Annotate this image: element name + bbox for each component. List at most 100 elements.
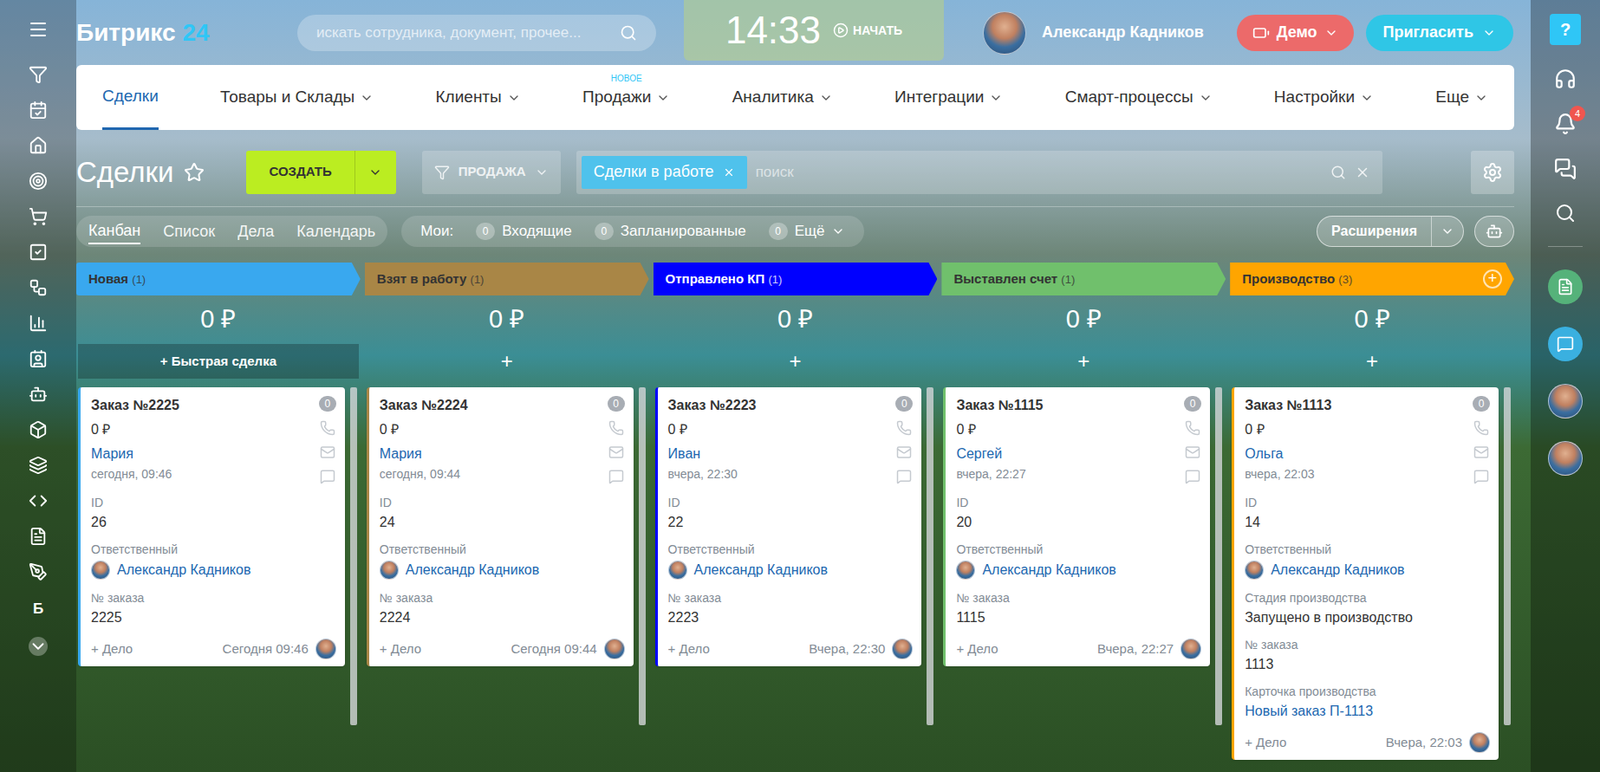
add-deal-button[interactable]: + Быстрая сделка bbox=[78, 344, 359, 379]
clear-icon[interactable] bbox=[1354, 164, 1371, 181]
avatar[interactable] bbox=[315, 638, 337, 660]
column-scrollbar[interactable] bbox=[1503, 387, 1511, 726]
demo-button[interactable]: Демо bbox=[1236, 14, 1354, 52]
extensions-button[interactable]: Расширения bbox=[1316, 215, 1464, 248]
add-deal-button[interactable]: + bbox=[655, 344, 937, 379]
sidebar-icon[interactable] bbox=[28, 313, 48, 333]
avatar[interactable] bbox=[956, 560, 976, 580]
support-icon[interactable] bbox=[1554, 67, 1577, 91]
sidebar-letter[interactable]: Б bbox=[32, 598, 44, 621]
deal-card[interactable]: Заказ №11130 ₽Ольгавчера, 22:030ID14Отве… bbox=[1231, 387, 1499, 761]
sidebar-icon[interactable] bbox=[28, 455, 48, 475]
card-title[interactable]: Заказ №1115 bbox=[956, 396, 1043, 416]
stage-header[interactable]: Отправлено КП (1) bbox=[653, 262, 938, 296]
nav-item[interactable]: Интеграции bbox=[894, 65, 1003, 131]
nav-item[interactable]: Смарт-процессы bbox=[1065, 65, 1213, 131]
avatar[interactable] bbox=[1469, 732, 1490, 754]
logo[interactable]: Битрикс 24 bbox=[76, 14, 298, 52]
stage-header[interactable]: Выставлен счет (1) bbox=[941, 262, 1226, 296]
counter-item[interactable]: 0Входящие bbox=[475, 220, 573, 243]
chat-icon[interactable] bbox=[896, 468, 912, 485]
column-scrollbar[interactable] bbox=[926, 387, 934, 726]
sidebar-icon[interactable] bbox=[28, 207, 48, 227]
avatar[interactable] bbox=[1547, 383, 1583, 419]
expand-icon[interactable] bbox=[28, 637, 48, 657]
remove-icon[interactable] bbox=[722, 166, 735, 179]
add-activity[interactable]: + Дело bbox=[379, 639, 422, 660]
add-activity[interactable]: + Дело bbox=[956, 639, 998, 660]
add-activity[interactable]: + Дело bbox=[668, 639, 710, 660]
sidebar-icon[interactable] bbox=[28, 384, 48, 404]
sidebar-icon[interactable] bbox=[28, 242, 48, 262]
star-icon[interactable] bbox=[183, 162, 205, 183]
filter-field[interactable]: Сделки в работепоиск bbox=[576, 150, 1383, 195]
clock-widget[interactable]: 14:33НАЧАТЬ bbox=[683, 0, 944, 61]
avatar[interactable] bbox=[604, 638, 625, 660]
deal-card[interactable]: Заказ №22230 ₽Иванвчера, 22:300ID22Ответ… bbox=[655, 387, 923, 667]
card-title[interactable]: Заказ №2225 bbox=[91, 396, 180, 416]
sidebar-icon[interactable] bbox=[28, 171, 48, 191]
help-button[interactable]: ? bbox=[1549, 13, 1581, 46]
user-name[interactable]: Александр Кадников bbox=[1041, 20, 1204, 45]
card-title[interactable]: Заказ №1113 bbox=[1244, 396, 1332, 416]
avatar[interactable] bbox=[379, 560, 399, 580]
column-scrollbar[interactable] bbox=[638, 387, 646, 726]
filter-tag[interactable]: Сделки в работе bbox=[581, 156, 748, 189]
column-scrollbar[interactable] bbox=[1215, 387, 1223, 726]
card-contact[interactable]: Мария bbox=[91, 444, 180, 464]
chat-icon[interactable] bbox=[319, 468, 336, 485]
search-icon[interactable] bbox=[1554, 202, 1576, 224]
sidebar-icon[interactable] bbox=[28, 562, 48, 582]
deal-card[interactable]: Заказ №22250 ₽Мариясегодня, 09:460ID26От… bbox=[78, 387, 345, 667]
stage-header[interactable]: Новая (1) bbox=[76, 262, 361, 296]
card-contact[interactable]: Сергей bbox=[956, 444, 1043, 464]
nav-item[interactable]: Настройки bbox=[1274, 65, 1374, 131]
avatar[interactable] bbox=[91, 560, 111, 580]
nav-item[interactable]: Аналитика bbox=[732, 65, 833, 131]
phone-icon[interactable] bbox=[1473, 420, 1490, 436]
mail-icon[interactable] bbox=[896, 444, 912, 461]
menu-icon[interactable] bbox=[27, 19, 49, 40]
add-activity[interactable]: + Дело bbox=[1244, 733, 1287, 754]
avatar[interactable] bbox=[1244, 560, 1264, 580]
add-deal-button[interactable]: + bbox=[1231, 344, 1513, 379]
chat-avatar[interactable] bbox=[1547, 269, 1583, 305]
view-tab[interactable]: Дела bbox=[237, 220, 274, 244]
mail-icon[interactable] bbox=[1473, 444, 1490, 461]
messenger-icon[interactable] bbox=[1554, 157, 1577, 181]
card-contact[interactable]: Иван bbox=[668, 444, 757, 464]
create-button[interactable]: СОЗДАТЬ bbox=[246, 150, 396, 195]
settings-button[interactable] bbox=[1470, 150, 1515, 195]
view-tab[interactable]: Календарь bbox=[296, 220, 376, 244]
sidebar-icon[interactable] bbox=[28, 526, 48, 547]
mail-icon[interactable] bbox=[608, 444, 625, 461]
add-deal-button[interactable]: + bbox=[943, 344, 1224, 379]
column-scrollbar[interactable] bbox=[350, 387, 358, 726]
phone-icon[interactable] bbox=[896, 420, 912, 436]
category-button[interactable]: ПРОДАЖА bbox=[422, 150, 561, 195]
chat-icon[interactable] bbox=[1473, 468, 1490, 485]
view-tab[interactable]: Канбан bbox=[88, 219, 141, 245]
phone-icon[interactable] bbox=[319, 420, 336, 436]
phone-icon[interactable] bbox=[1184, 420, 1201, 436]
chat-avatar[interactable] bbox=[1547, 326, 1583, 362]
add-stage-button[interactable]: + bbox=[1482, 269, 1503, 289]
deal-card[interactable]: Заказ №22240 ₽Мариясегодня, 09:440ID24От… bbox=[366, 387, 634, 667]
deal-card[interactable]: Заказ №11150 ₽Сергейвчера, 22:270ID20Отв… bbox=[943, 387, 1210, 667]
stage-header[interactable]: Взят в работу (1) bbox=[364, 262, 650, 296]
add-deal-button[interactable]: + bbox=[366, 344, 648, 379]
avatar[interactable] bbox=[1180, 638, 1202, 660]
counter-item[interactable]: 0Запланированные bbox=[594, 220, 747, 243]
nav-item[interactable]: Товары и Склады bbox=[220, 65, 374, 131]
sidebar-icon[interactable] bbox=[28, 491, 48, 511]
avatar[interactable] bbox=[891, 638, 913, 660]
stage-header[interactable]: Производство (3)+ bbox=[1229, 262, 1515, 296]
avatar[interactable] bbox=[1547, 441, 1583, 476]
invite-button[interactable]: Пригласить bbox=[1365, 14, 1514, 52]
nav-item[interactable]: Еще bbox=[1435, 65, 1489, 131]
sidebar-icon[interactable] bbox=[28, 136, 48, 156]
avatar[interactable] bbox=[668, 560, 688, 580]
nav-item[interactable]: Сделки bbox=[102, 65, 159, 131]
view-tab[interactable]: Список bbox=[162, 220, 215, 244]
search-icon[interactable] bbox=[619, 24, 638, 42]
